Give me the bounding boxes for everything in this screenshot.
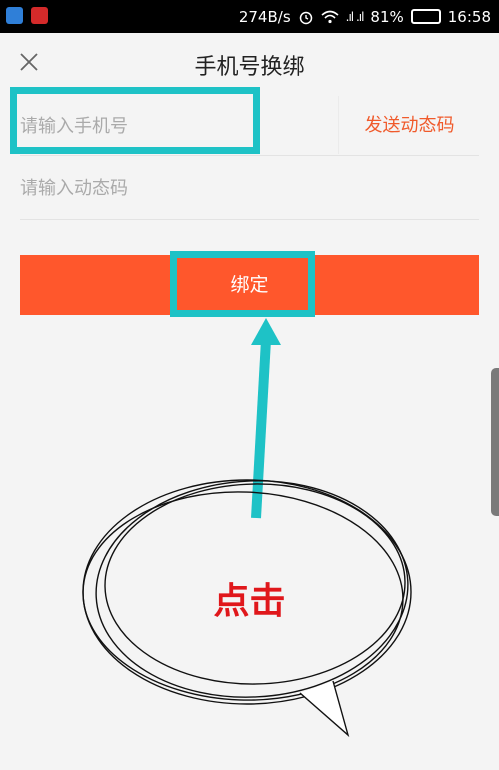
callout-text: 点击 <box>213 581 286 622</box>
annotation-layer <box>82 318 412 738</box>
arrow-up-icon <box>251 318 281 519</box>
